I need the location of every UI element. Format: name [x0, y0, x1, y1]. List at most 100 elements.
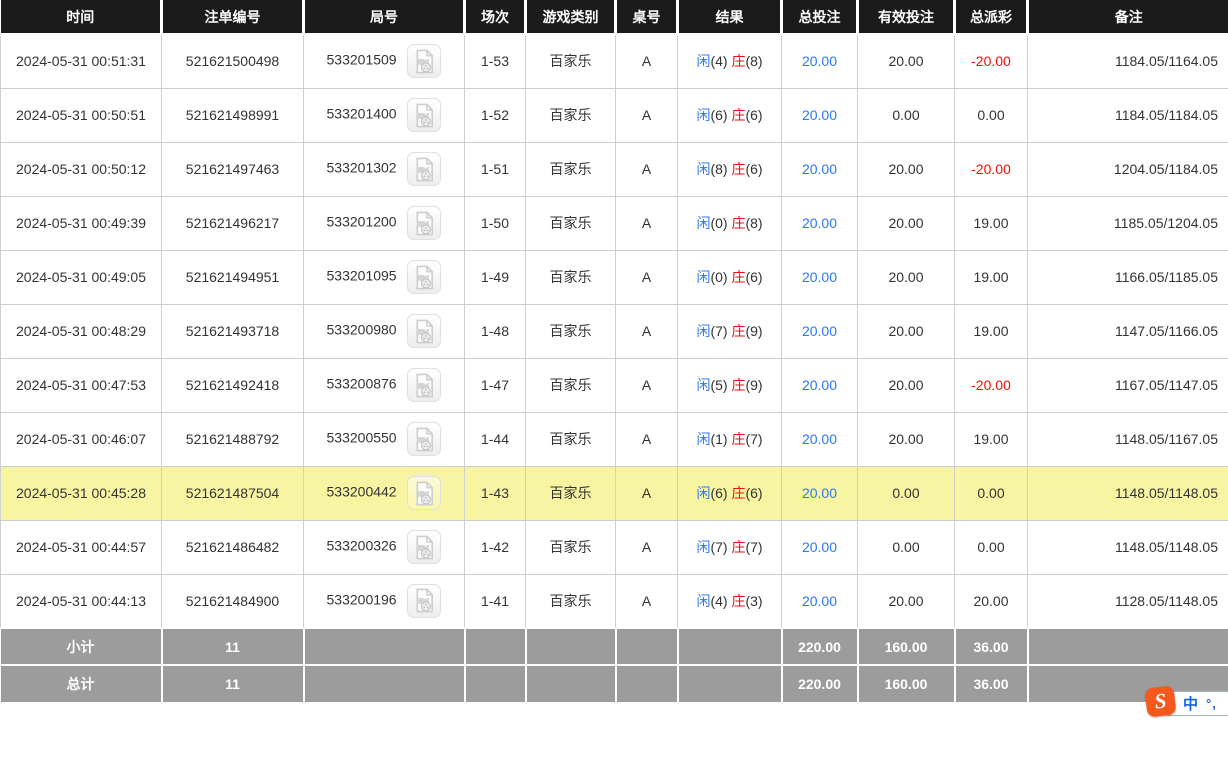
- cell-table-no: A: [615, 195, 678, 251]
- player-result-label: 闲: [696, 269, 711, 285]
- table-row[interactable]: 2024-05-31 00:44:13 521621484900 533200196…: [0, 573, 1228, 629]
- video-replay-button[interactable]: [407, 152, 442, 186]
- records-body: 2024-05-31 00:51:31 521621500498 533201509…: [0, 33, 1228, 629]
- cell-payout: 19.00: [954, 249, 1028, 305]
- cell-result: 闲(6) 庄(6): [677, 465, 782, 521]
- cell-bet-id: 521621487504: [161, 465, 304, 521]
- cell-valid-bet: 20.00: [857, 573, 955, 629]
- cell-session: 1-48: [464, 303, 526, 359]
- banker-result-label: 庄: [731, 323, 746, 339]
- cell-session: 1-53: [464, 33, 526, 89]
- cell-payout: 0.00: [954, 519, 1028, 575]
- table-row[interactable]: 2024-05-31 00:49:05 521621494951 533201095…: [0, 249, 1228, 305]
- cell-remark: 1148.05/1148.05: [1027, 519, 1228, 575]
- cell-bet-id: 521621488792: [161, 411, 304, 467]
- video-replay-button[interactable]: [407, 260, 442, 294]
- video-replay-button[interactable]: [407, 314, 442, 348]
- cell-valid-bet: 20.00: [857, 33, 955, 89]
- summary-valid-bet: 160.00: [856, 627, 955, 665]
- col-session: 场次: [463, 0, 526, 35]
- cell-payout: 20.00: [954, 573, 1028, 629]
- table-row[interactable]: 2024-05-31 00:50:51 521621498991 533201400…: [0, 87, 1228, 143]
- cell-total-bet: 20.00: [781, 195, 858, 251]
- cell-time: 2024-05-31 00:49:39: [0, 195, 162, 251]
- cell-total-bet: 20.00: [781, 573, 858, 629]
- player-result-label: 闲: [696, 215, 711, 231]
- cell-remark: 1148.05/1148.05: [1027, 465, 1228, 521]
- cell-valid-bet: 0.00: [857, 465, 955, 521]
- cell-payout: 19.00: [954, 411, 1028, 467]
- table-row[interactable]: 2024-05-31 00:45:28 521621487504 533200442…: [0, 465, 1228, 521]
- table-row[interactable]: 2024-05-31 00:50:12 521621497463 533201302…: [0, 141, 1228, 197]
- cell-game-type: 百家乐: [525, 87, 616, 143]
- round-number: 533201095: [326, 267, 397, 284]
- cell-session: 1-47: [464, 357, 526, 413]
- summary-total-bet: 220.00: [780, 627, 858, 665]
- summary-payout: 36.00: [953, 627, 1028, 665]
- cell-remark: 1184.05/1164.05: [1027, 33, 1228, 89]
- video-replay-button[interactable]: [407, 368, 442, 402]
- table-row[interactable]: 2024-05-31 00:47:53 521621492418 533200876…: [0, 357, 1228, 413]
- video-replay-button[interactable]: [407, 44, 442, 79]
- cell-game-type: 百家乐: [525, 141, 616, 197]
- cell-payout: -20.00: [954, 33, 1028, 89]
- cell-remark: 1184.05/1184.05: [1027, 87, 1228, 143]
- cell-bet-id: 521621493718: [161, 303, 304, 359]
- cell-valid-bet: 20.00: [857, 195, 955, 251]
- round-number: 533200326: [326, 537, 397, 554]
- cell-time: 2024-05-31 00:48:29: [0, 303, 162, 359]
- table-row[interactable]: 2024-05-31 00:49:39 521621496217 533201200…: [0, 195, 1228, 251]
- cell-round: 533200326: [303, 519, 465, 575]
- cell-table-no: A: [615, 465, 678, 521]
- video-replay-button[interactable]: [407, 422, 442, 456]
- records-summary: 小计 11 220.00 160.00 36.00 总计 11 220.00 160.00 36.…: [0, 627, 1228, 702]
- table-row[interactable]: 2024-05-31 00:46:07 521621488792 533200550…: [0, 411, 1228, 467]
- cell-result: 闲(0) 庄(6): [677, 249, 782, 305]
- cell-game-type: 百家乐: [525, 357, 616, 413]
- cell-time: 2024-05-31 00:51:31: [0, 33, 162, 89]
- bet-records-table: 时间 注单编号 局号 场次 游戏类别 桌号 结果 总投注 有效投注 总派彩 备注 2024-05-3…: [0, 0, 1228, 702]
- video-replay-button[interactable]: [407, 476, 442, 510]
- cell-table-no: A: [615, 249, 678, 305]
- col-bet_id: 注单编号: [160, 0, 304, 35]
- player-result-label: 闲: [696, 107, 711, 123]
- sogou-logo-icon[interactable]: S: [1144, 685, 1177, 718]
- player-result-label: 闲: [696, 539, 711, 555]
- video-file-icon: [416, 535, 433, 559]
- table-row[interactable]: 2024-05-31 00:51:31 521621500498 533201509…: [0, 33, 1228, 89]
- ime-punctuation-icon[interactable]: °,: [1206, 696, 1217, 711]
- ime-toolbar[interactable]: 中 °, S: [1144, 685, 1228, 721]
- records-screen: 时间 注单编号 局号 场次 游戏类别 桌号 结果 总投注 有效投注 总派彩 备注 2024-05-3…: [0, 0, 1228, 758]
- cell-session: 1-43: [464, 465, 526, 521]
- cell-session: 1-42: [464, 519, 526, 575]
- table-row[interactable]: 2024-05-31 00:48:29 521621493718 533200980…: [0, 303, 1228, 359]
- round-number: 533201509: [326, 51, 397, 68]
- player-result-label: 闲: [696, 323, 711, 339]
- round-number: 533201400: [326, 105, 397, 122]
- ime-mode-indicator[interactable]: 中: [1183, 693, 1198, 714]
- cell-total-bet: 20.00: [781, 465, 858, 521]
- cell-total-bet: 20.00: [781, 411, 858, 467]
- cell-table-no: A: [615, 87, 678, 143]
- cell-game-type: 百家乐: [525, 33, 616, 89]
- banker-result-label: 庄: [731, 485, 746, 501]
- cell-valid-bet: 20.00: [857, 249, 955, 305]
- cell-game-type: 百家乐: [525, 195, 616, 251]
- col-payout: 总派彩: [953, 0, 1028, 35]
- cell-table-no: A: [615, 303, 678, 359]
- cell-valid-bet: 20.00: [857, 411, 955, 467]
- video-replay-button[interactable]: [407, 530, 442, 564]
- cell-game-type: 百家乐: [525, 249, 616, 305]
- banker-result-label: 庄: [731, 377, 746, 393]
- video-replay-button[interactable]: [407, 206, 442, 240]
- video-file-icon: [416, 373, 433, 397]
- cell-time: 2024-05-31 00:44:57: [0, 519, 162, 575]
- summary-label: 总计: [0, 664, 162, 702]
- cell-remark: 1128.05/1148.05: [1027, 573, 1228, 629]
- table-row[interactable]: 2024-05-31 00:44:57 521621486482 533200326…: [0, 519, 1228, 575]
- video-replay-button[interactable]: [407, 98, 442, 132]
- video-replay-button[interactable]: [407, 583, 442, 618]
- cell-session: 1-50: [464, 195, 526, 251]
- summary-total-bet: 220.00: [780, 664, 858, 702]
- cell-time: 2024-05-31 00:44:13: [0, 573, 162, 629]
